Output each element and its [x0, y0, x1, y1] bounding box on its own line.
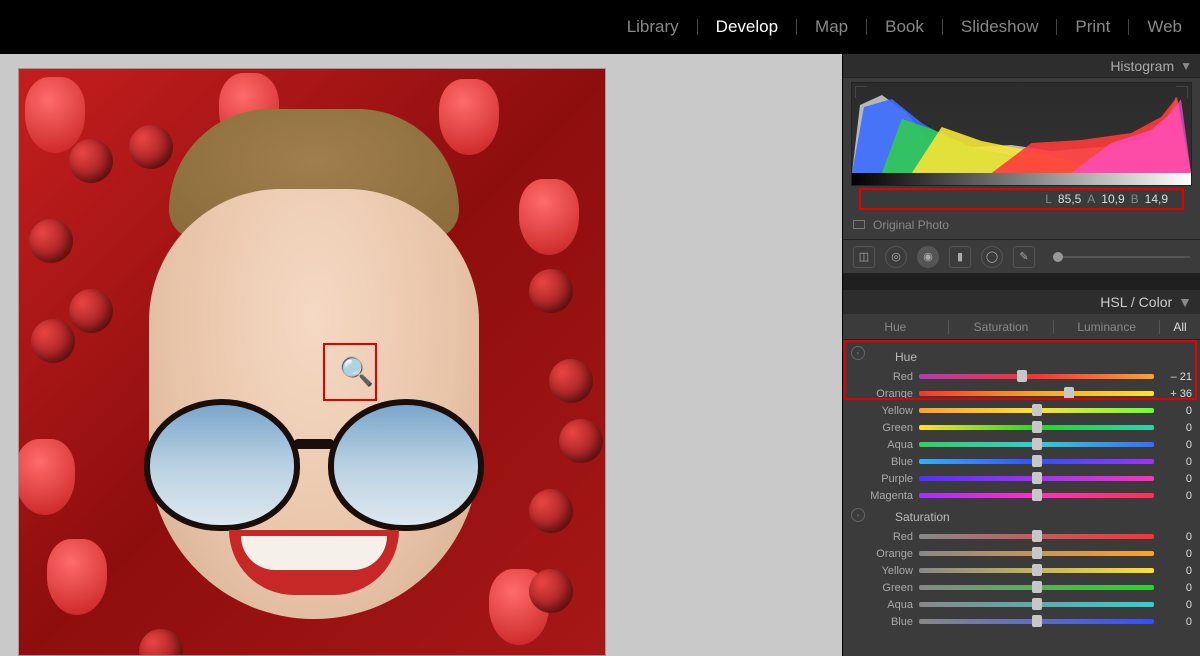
- hsl-slider-hue-aqua[interactable]: Aqua 0: [849, 436, 1192, 453]
- hsl-tabs: Hue Saturation Luminance All: [843, 314, 1200, 340]
- sample-point-highlight: 🔍: [323, 343, 377, 401]
- lab-readout: L85,5 A10,9 B14,9: [859, 188, 1184, 210]
- hsl-group-title: Hue: [849, 350, 1192, 364]
- slider-label: Magenta: [849, 490, 913, 502]
- tab-map[interactable]: Map: [811, 15, 852, 39]
- tab-develop[interactable]: Develop: [712, 15, 782, 39]
- hsl-panel-header[interactable]: HSL / Color ▼: [843, 290, 1200, 314]
- slider-value[interactable]: 0: [1160, 439, 1192, 451]
- slider-label: Purple: [849, 473, 913, 485]
- tool-size-slider[interactable]: [1053, 256, 1190, 258]
- original-photo-toggle[interactable]: Original Photo: [843, 210, 1200, 240]
- slider-value[interactable]: 0: [1160, 531, 1192, 543]
- disclosure-icon: ▼: [1180, 59, 1192, 73]
- canvas-area: 🔍: [0, 54, 842, 656]
- tab-book[interactable]: Book: [881, 15, 928, 39]
- slider-label: Blue: [849, 616, 913, 628]
- module-tabs: Library Develop Map Book Slideshow Print…: [0, 0, 1200, 54]
- disclosure-icon: ▼: [1178, 294, 1192, 310]
- slider-label: Aqua: [849, 599, 913, 611]
- spot-tool[interactable]: ◎: [885, 246, 907, 268]
- hsl-tab-saturation[interactable]: Saturation: [949, 320, 1055, 334]
- right-panel: Histogram ▼ L85,5 A10,9 B14: [842, 54, 1200, 656]
- slider-value[interactable]: – 21: [1160, 371, 1192, 383]
- slider-label: Orange: [849, 388, 913, 400]
- hsl-slider-saturation-orange[interactable]: Orange 0: [849, 545, 1192, 562]
- histogram[interactable]: [851, 82, 1192, 186]
- slider-label: Yellow: [849, 405, 913, 417]
- hsl-slider-hue-blue[interactable]: Blue 0: [849, 453, 1192, 470]
- photo-preview[interactable]: 🔍: [18, 68, 606, 656]
- local-adjustment-toolstrip: ◫ ◎ ◉ ▮ ◯ ✎: [843, 240, 1200, 274]
- targeted-adjust-tool[interactable]: ◦: [851, 508, 865, 522]
- hsl-group-title: Saturation: [849, 510, 1192, 524]
- hsl-slider-hue-orange[interactable]: Orange + 36: [849, 385, 1192, 402]
- hsl-slider-saturation-blue[interactable]: Blue 0: [849, 613, 1192, 630]
- slider-value[interactable]: 0: [1160, 599, 1192, 611]
- redeye-tool[interactable]: ◉: [917, 246, 939, 268]
- slider-value[interactable]: 0: [1160, 456, 1192, 468]
- slider-value[interactable]: 0: [1160, 616, 1192, 628]
- hsl-slider-saturation-red[interactable]: Red 0: [849, 528, 1192, 545]
- radial-filter-tool[interactable]: ◯: [981, 246, 1003, 268]
- grad-filter-tool[interactable]: ▮: [949, 246, 971, 268]
- slider-value[interactable]: 0: [1160, 422, 1192, 434]
- slider-value[interactable]: 0: [1160, 548, 1192, 560]
- tab-web[interactable]: Web: [1143, 15, 1186, 39]
- slider-value[interactable]: 0: [1160, 490, 1192, 502]
- slider-value[interactable]: 0: [1160, 473, 1192, 485]
- tab-print[interactable]: Print: [1071, 15, 1114, 39]
- brush-tool[interactable]: ✎: [1013, 246, 1035, 268]
- crop-tool[interactable]: ◫: [853, 246, 875, 268]
- slider-value[interactable]: 0: [1160, 565, 1192, 577]
- slider-value[interactable]: 0: [1160, 405, 1192, 417]
- hsl-slider-hue-magenta[interactable]: Magenta 0: [849, 487, 1192, 504]
- hsl-tab-all[interactable]: All: [1160, 320, 1200, 334]
- hsl-slider-saturation-yellow[interactable]: Yellow 0: [849, 562, 1192, 579]
- hsl-slider-saturation-aqua[interactable]: Aqua 0: [849, 596, 1192, 613]
- tab-slideshow[interactable]: Slideshow: [957, 15, 1043, 39]
- slider-label: Green: [849, 582, 913, 594]
- histogram-panel-header[interactable]: Histogram ▼: [843, 54, 1200, 78]
- zoom-cursor-icon: 🔍: [339, 355, 374, 388]
- hsl-tab-hue[interactable]: Hue: [843, 320, 949, 334]
- targeted-adjust-tool[interactable]: ◦: [851, 346, 865, 360]
- compare-icon: [853, 220, 865, 229]
- slider-value[interactable]: + 36: [1160, 388, 1192, 400]
- slider-label: Orange: [849, 548, 913, 560]
- hsl-slider-hue-green[interactable]: Green 0: [849, 419, 1192, 436]
- hsl-slider-hue-red[interactable]: Red – 21: [849, 368, 1192, 385]
- slider-label: Aqua: [849, 439, 913, 451]
- hsl-body: ◦Hue Red – 21 Orange + 36 Yellow 0 Green…: [843, 340, 1200, 638]
- slider-label: Green: [849, 422, 913, 434]
- hsl-tab-luminance[interactable]: Luminance: [1054, 320, 1160, 334]
- slider-value[interactable]: 0: [1160, 582, 1192, 594]
- hsl-slider-saturation-green[interactable]: Green 0: [849, 579, 1192, 596]
- tab-library[interactable]: Library: [623, 15, 683, 39]
- hsl-slider-hue-yellow[interactable]: Yellow 0: [849, 402, 1192, 419]
- slider-label: Red: [849, 531, 913, 543]
- slider-label: Yellow: [849, 565, 913, 577]
- slider-label: Blue: [849, 456, 913, 468]
- hsl-slider-hue-purple[interactable]: Purple 0: [849, 470, 1192, 487]
- slider-label: Red: [849, 371, 913, 383]
